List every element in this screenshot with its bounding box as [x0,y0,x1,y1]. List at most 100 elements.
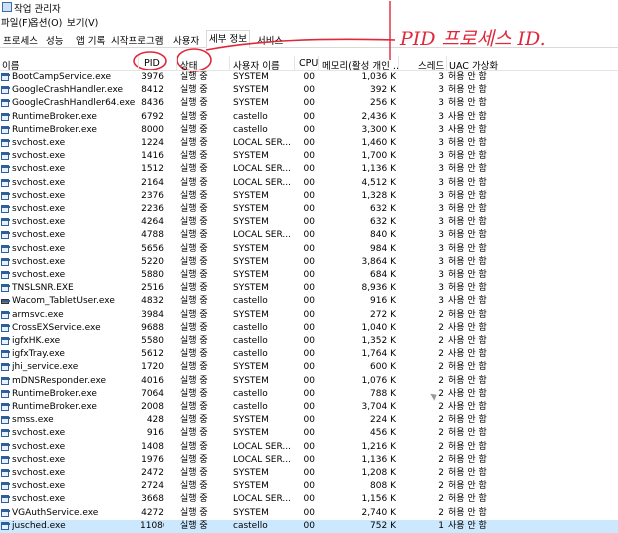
process-threads: 2 [438,349,444,360]
process-user: castello [233,388,268,399]
process-row[interactable]: TNSLSNR.EXE 2516 실행 중 SYSTEM 00 8,936 K 3 허용 안 … [0,282,618,295]
process-memory: 3,864 K [361,256,396,267]
process-row[interactable]: jhi_service.exe 1720 실행 중 SYSTEM 00 600 K 2 허용 … [0,361,618,374]
process-row[interactable]: svchost.exe 5220 실행 중 SYSTEM 00 3,864 K 3 허용 안 … [0,256,618,269]
process-cpu: 00 [303,230,315,241]
col-divider[interactable] [138,56,139,70]
process-icon [1,323,10,332]
col-divider[interactable] [318,56,319,70]
process-memory: 984 K [370,243,396,254]
col-memory[interactable]: 메모리(활성 개인 ... [322,58,398,72]
process-pid: 1976 [141,454,164,465]
process-row[interactable]: svchost.exe 1408 실행 중 LOCAL SER... 00 1,216 K… [0,441,618,454]
process-threads: 3 [438,111,444,122]
process-uac: 허용 안 함 [448,494,487,505]
process-cpu: 00 [303,283,315,294]
process-row[interactable]: svchost.exe 2724 실행 중 SYSTEM 00 808 K 2 허용 안 함 [0,480,618,493]
process-row[interactable]: jusched.exe 11080 실행 중 castello 00 752 K 1 사용 안… [0,519,618,533]
process-name: mDNSResponder.exe [12,375,107,386]
col-pid[interactable]: PID [144,58,174,69]
process-row[interactable]: mDNSResponder.exe 4016 실행 중 SYSTEM 00 1,076 K… [0,375,618,388]
process-pid: 1720 [141,362,164,373]
process-status: 실행 중 [180,85,208,96]
process-status: 실행 중 [180,415,208,426]
process-icon [1,152,10,161]
col-divider[interactable] [398,56,399,70]
process-pid: 4264 [141,217,164,228]
process-pid: 2472 [141,468,164,478]
process-cpu: 00 [303,138,315,148]
process-threads: 3 [438,124,444,135]
process-row[interactable]: RuntimeBroker.exe 6792 실행 중 castello 00 2,436… [0,111,618,124]
process-row[interactable]: svchost.exe 1416 실행 중 SYSTEM 00 1,700 K 3 허용 안 … [0,150,618,163]
process-row[interactable]: svchost.exe 1976 실행 중 LOCAL SER... 00 1,136 K… [0,454,618,467]
process-uac: 사용 안 함 [448,111,487,122]
process-status: 실행 중 [180,336,208,346]
col-divider[interactable] [176,56,177,70]
process-row[interactable]: svchost.exe 916 실행 중 SYSTEM 00 456 K 2 허용 안 함 [0,427,618,440]
process-row[interactable]: GoogleCrashHandler64.exe 8436 실행 중 SYSTEM 00… [0,97,618,110]
process-user: SYSTEM [233,243,269,254]
process-row[interactable]: RuntimeBroker.exe 7064 실행 중 castello 00 788 K… [0,388,618,401]
process-cpu: 00 [303,309,315,320]
process-pid: 5880 [141,270,164,280]
process-row[interactable]: svchost.exe 4264 실행 중 SYSTEM 00 632 K 3 허용 안 함 [0,216,618,229]
process-status: 실행 중 [180,151,208,162]
process-uac: 허용 안 함 [448,468,487,478]
col-divider[interactable] [294,56,295,70]
process-pid: 3976 [141,72,164,82]
col-threads[interactable]: 스레드 [418,58,446,72]
process-row[interactable]: armsvc.exe 3984 실행 중 SYSTEM 00 272 K 2 허용 안 함 [0,309,618,322]
process-icon [1,257,10,266]
process-row[interactable]: BootCampService.exe 3976 실행 중 SYSTEM 00 1,036… [0,71,618,84]
process-row[interactable]: igfxTray.exe 5612 실행 중 castello 00 1,764 K 2 사용… [0,348,618,361]
process-row[interactable]: RuntimeBroker.exe 8000 실행 중 castello 00 3,300… [0,124,618,137]
process-row[interactable]: svchost.exe 2472 실행 중 SYSTEM 00 1,208 K 2 허용 안 … [0,467,618,480]
process-row[interactable]: svchost.exe 4788 실행 중 LOCAL SER... 00 840 K 3허… [0,229,618,242]
process-row[interactable]: smss.exe 428 실행 중 SYSTEM 00 224 K 2 허용 안 함 [0,414,618,427]
process-memory: 808 K [370,481,396,492]
process-name: svchost.exe [12,204,66,214]
process-row[interactable]: svchost.exe 1512 실행 중 LOCAL SER... 00 1,136 K… [0,163,618,176]
process-icon [1,191,10,200]
col-divider[interactable] [446,56,447,70]
process-user: LOCAL SER... [233,164,292,175]
process-row[interactable]: VGAuthService.exe 4272 실행 중 SYSTEM 00 2,740 K… [0,507,618,520]
process-threads: 3 [438,85,444,96]
process-row[interactable]: svchost.exe 3668 실행 중 LOCAL SER... 00 1,156 K… [0,493,618,506]
col-cpu[interactable]: CPU [299,58,319,69]
process-row[interactable]: svchost.exe 2164 실행 중 LOCAL SER... 00 4,512 K… [0,177,618,190]
process-user: castello [233,111,268,122]
process-row[interactable]: CrossEXService.exe 9688 실행 중 castello 00 1,04… [0,322,618,335]
process-user: castello [233,402,268,412]
process-cpu: 00 [303,243,315,254]
col-status[interactable]: 상태 [180,58,220,72]
process-pid: 5612 [141,349,164,360]
process-row[interactable]: GoogleCrashHandler.exe 8412 실행 중 SYSTEM 00 39… [0,84,618,97]
process-icon [1,218,10,227]
process-row[interactable]: svchost.exe 1224 실행 중 LOCAL SER... 00 1,460 K… [0,137,618,150]
process-row[interactable]: RuntimeBroker.exe 2008 실행 중 castello 00 3,704… [0,401,618,414]
process-threads: 2 [438,494,444,505]
col-uac[interactable]: UAC 가상화 [449,58,511,72]
process-uac: 허용 안 함 [448,151,487,162]
col-user[interactable]: 사용자 이름 [233,58,293,72]
process-row[interactable]: svchost.exe 5656 실행 중 SYSTEM 00 984 K 3 허용 안 함 [0,243,618,256]
col-name[interactable]: 이름 [2,58,122,72]
process-uac: 허용 안 함 [448,98,487,109]
process-status: 실행 중 [180,402,208,412]
process-uac: 사용 안 함 [448,349,487,360]
process-cpu: 00 [303,441,315,452]
process-row[interactable]: svchost.exe 2376 실행 중 SYSTEM 00 1,328 K 3 허용 안 … [0,190,618,203]
process-row[interactable]: Wacom_TabletUser.exe 4832 실행 중 castello 00 91… [0,295,618,308]
process-threads: 3 [438,177,444,188]
process-pid: 1408 [141,441,164,452]
col-divider[interactable] [229,56,230,70]
process-row[interactable]: igfxHK.exe 5580 실행 중 castello 00 1,352 K 2 사용 안… [0,335,618,348]
process-cpu: 00 [303,388,315,399]
process-row[interactable]: svchost.exe 2236 실행 중 SYSTEM 00 632 K 3 허용 안 함 [0,203,618,216]
process-row[interactable]: svchost.exe 5880 실행 중 SYSTEM 00 684 K 3 허용 안 함 [0,269,618,282]
process-cpu: 00 [303,98,315,109]
process-uac: 허용 안 함 [448,230,487,241]
process-status: 실행 중 [180,217,208,228]
